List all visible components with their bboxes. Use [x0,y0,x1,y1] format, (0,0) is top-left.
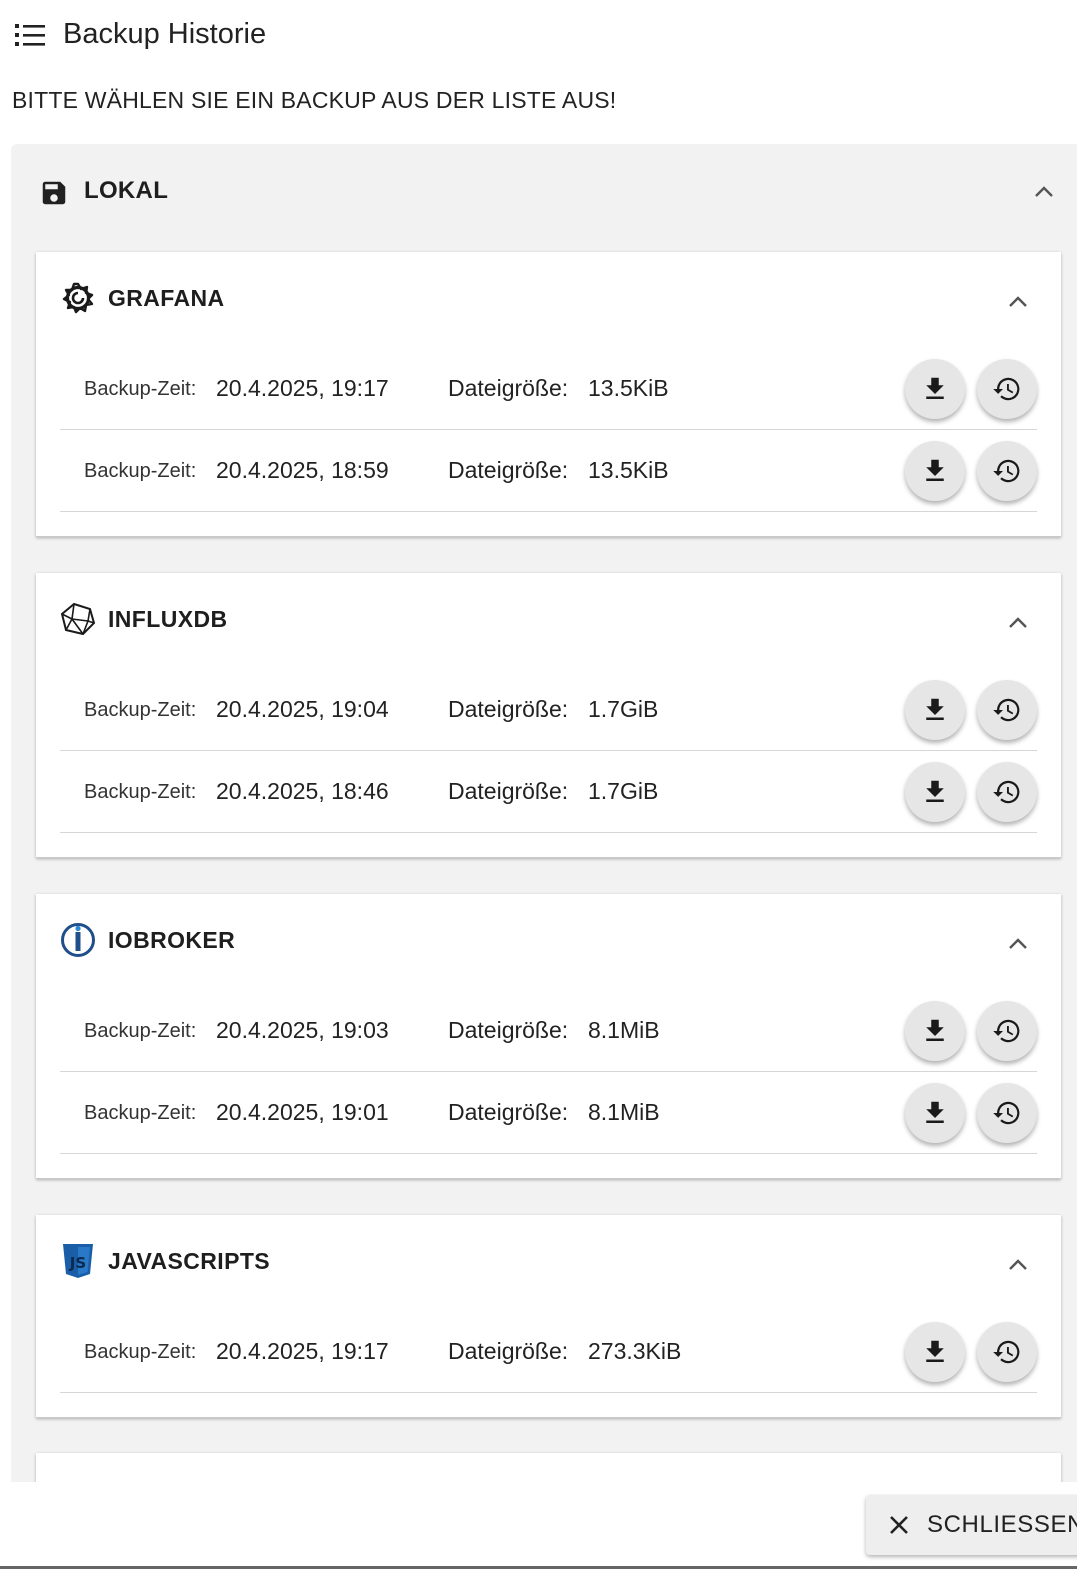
download-icon [926,1101,944,1123]
time-value: 20.4.2025, 19:03 [216,1017,389,1043]
size-value: 8.1MiB [588,1099,660,1125]
size-value: 13.5KiB [588,457,669,483]
restore-button[interactable] [977,680,1037,740]
download-button[interactable] [905,359,965,419]
download-button[interactable] [905,1001,965,1061]
download-icon [926,698,944,720]
restore-button[interactable] [977,762,1037,822]
backup-row: Backup-Zeit: 20.4.2025, 19:17 Dateigröße… [60,348,1037,430]
backup-row: Backup-Zeit: 20.4.2025, 19:01 Dateigröße… [60,1072,1037,1154]
close-icon [890,1516,908,1534]
backup-group-iobroker: IOBROKER Backup-Zeit: 20.4.2025, 19:03 D… [36,894,1061,1179]
restore-icon [993,459,1020,483]
section-label: LOKAL [84,177,169,204]
backup-row: Backup-Zeit: 20.4.2025, 19:03 Dateigröße… [60,990,1037,1072]
size-value: 273.3KiB [588,1338,682,1364]
time-label: Backup-Zeit: [84,781,197,803]
group-name: JAVASCRIPTS [108,1248,271,1274]
size-label: Dateigröße: [448,1099,569,1125]
restore-button[interactable] [977,1001,1037,1061]
download-icon [926,1340,944,1362]
size-label: Dateigröße: [448,375,569,401]
group-name: GRAFANA [108,285,225,311]
dialog-footer: SCHLIESSEN [0,1482,1077,1569]
time-label: Backup-Zeit: [84,378,197,400]
time-label: Backup-Zeit: [84,1341,197,1363]
download-icon [926,1019,944,1041]
size-label: Dateigröße: [448,696,569,722]
group-header[interactable]: JS JAVASCRIPTS [36,1215,1061,1311]
close-button-label: SCHLIESSEN [927,1511,1077,1538]
backup-row: Backup-Zeit: 20.4.2025, 19:17 Dateigröße… [60,1311,1037,1393]
time-label: Backup-Zeit: [84,699,197,721]
list-icon [15,24,45,46]
size-value: 8.1MiB [588,1017,660,1043]
chevron-up-icon[interactable] [1007,1257,1029,1271]
group-name: IOBROKER [108,927,236,953]
chevron-up-icon[interactable] [1033,184,1055,198]
size-value: 1.7GiB [588,778,659,804]
javascript-icon: JS [63,1244,93,1278]
restore-icon [993,780,1020,804]
time-value: 20.4.2025, 19:01 [216,1099,389,1125]
restore-icon [993,377,1020,401]
chevron-up-icon[interactable] [1007,615,1029,629]
backup-row: Backup-Zeit: 20.4.2025, 18:46 Dateigröße… [60,751,1037,833]
restore-button[interactable] [977,441,1037,501]
time-label: Backup-Zeit: [84,1102,197,1124]
download-button[interactable] [905,1322,965,1382]
chevron-up-icon[interactable] [1007,294,1029,308]
backup-group-next [36,1453,1061,1484]
download-icon [926,377,944,399]
restore-button[interactable] [977,1083,1037,1143]
instruction-text: BITTE WÄHLEN SIE EIN BACKUP AUS DER LIST… [12,87,617,113]
download-button[interactable] [905,680,965,740]
time-value: 20.4.2025, 19:17 [216,1338,389,1364]
restore-icon [993,1340,1020,1364]
chevron-up-icon[interactable] [1007,936,1029,950]
time-label: Backup-Zeit: [84,460,197,482]
size-label: Dateigröße: [448,1338,569,1364]
backup-row: Backup-Zeit: 20.4.2025, 18:59 Dateigröße… [60,430,1037,512]
backup-group-javascripts: JS JAVASCRIPTS Backup-Zeit: 20.4.2025, 1… [36,1215,1061,1418]
group-header[interactable]: IOBROKER [36,894,1061,990]
time-value: 20.4.2025, 18:59 [216,457,389,483]
dialog-header: Backup Historie [0,0,1077,72]
section-lokal-header[interactable]: LOKAL [11,144,1077,240]
dialog-title: Backup Historie [63,18,267,50]
group-header[interactable]: INFLUXDB [36,573,1061,669]
time-value: 20.4.2025, 19:04 [216,696,389,722]
restore-icon [993,1019,1020,1043]
restore-button[interactable] [977,359,1037,419]
download-button[interactable] [905,762,965,822]
size-label: Dateigröße: [448,457,569,483]
group-name: INFLUXDB [108,606,228,632]
floppy-disk-icon [42,181,66,205]
backup-group-grafana: GRAFANA Backup-Zeit: 20.4.2025, 19:17 Da… [36,252,1061,537]
size-label: Dateigröße: [448,1017,569,1043]
size-label: Dateigröße: [448,778,569,804]
restore-icon [993,1101,1020,1125]
restore-button[interactable] [977,1322,1037,1382]
download-button[interactable] [905,1083,965,1143]
download-button[interactable] [905,441,965,501]
size-value: 13.5KiB [588,375,669,401]
download-icon [926,459,944,481]
iobroker-icon [61,923,95,957]
close-button[interactable]: SCHLIESSEN [866,1495,1077,1555]
backup-row: Backup-Zeit: 20.4.2025, 19:04 Dateigröße… [60,669,1037,751]
group-header[interactable]: GRAFANA [36,252,1061,348]
time-value: 20.4.2025, 18:46 [216,778,389,804]
section-lokal: LOKAL GRAFANA Backup-Zeit: 20.4.2025, 19… [11,144,1077,1484]
time-label: Backup-Zeit: [84,1020,197,1042]
influxdb-icon [60,602,96,636]
backup-group-influxdb: INFLUXDB Backup-Zeit: 20.4.2025, 19:04 D… [36,573,1061,858]
size-value: 1.7GiB [588,696,659,722]
svg-text:JS: JS [69,1254,86,1272]
download-icon [926,780,944,802]
time-value: 20.4.2025, 19:17 [216,375,389,401]
grafana-icon [62,282,94,314]
restore-icon [993,698,1020,722]
